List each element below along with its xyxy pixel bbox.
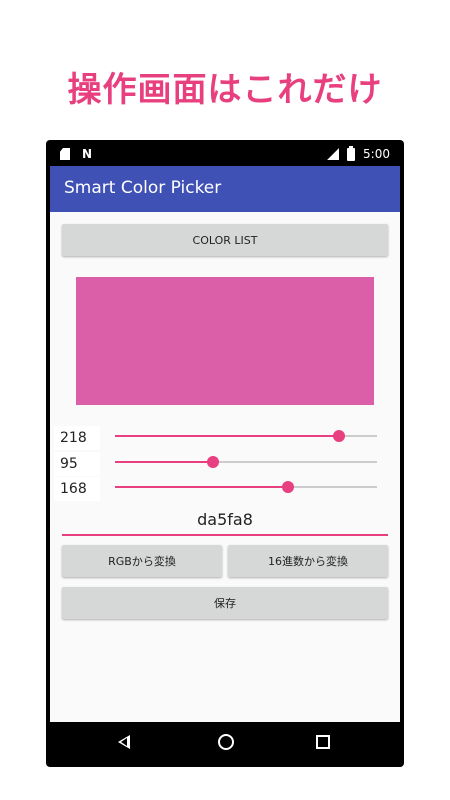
green-value-label: 95 [54,452,100,476]
recents-icon[interactable] [316,735,330,749]
color-preview-swatch [76,277,374,405]
back-icon[interactable] [118,735,130,749]
blue-slider[interactable] [115,481,377,493]
signal-icon: LTE [327,148,340,160]
green-slider-thumb[interactable] [206,456,219,468]
navigation-bar [50,722,400,763]
save-button[interactable]: 保存 [62,587,388,619]
n-icon: N [82,147,93,161]
convert-from-rgb-button[interactable]: RGBから変換 [62,545,222,577]
hex-code-input[interactable]: da5fa8 [62,506,388,536]
app-bar: Smart Color Picker [50,166,400,212]
color-list-button[interactable]: COLOR LIST [62,224,388,256]
blue-value-label: 168 [54,477,100,501]
app-title: Smart Color Picker [64,178,222,198]
battery-icon [347,145,356,161]
sd-card-icon [60,148,70,160]
phone-frame: N LTE 5:00 Smart Color Picker COLOR LIST… [46,140,404,767]
home-icon[interactable] [218,734,234,750]
blue-slider-fill [115,486,288,488]
status-time: 5:00 [363,147,390,161]
green-slider-fill [115,461,213,463]
red-slider-thumb[interactable] [332,430,345,442]
red-slider[interactable] [115,430,377,442]
lte-badge: LTE [323,144,334,151]
green-slider[interactable] [115,456,377,468]
blue-slider-thumb[interactable] [281,481,294,493]
red-value-label: 218 [54,426,100,450]
main-content: COLOR LIST 218 95 168 da5fa8 RGBから変換 16進… [50,212,400,722]
page-headline: 操作画面はこれだけ [67,70,383,110]
convert-from-hex-button[interactable]: 16進数から変換 [228,545,388,577]
status-bar: N LTE 5:00 [50,144,400,166]
red-slider-fill [115,435,339,437]
